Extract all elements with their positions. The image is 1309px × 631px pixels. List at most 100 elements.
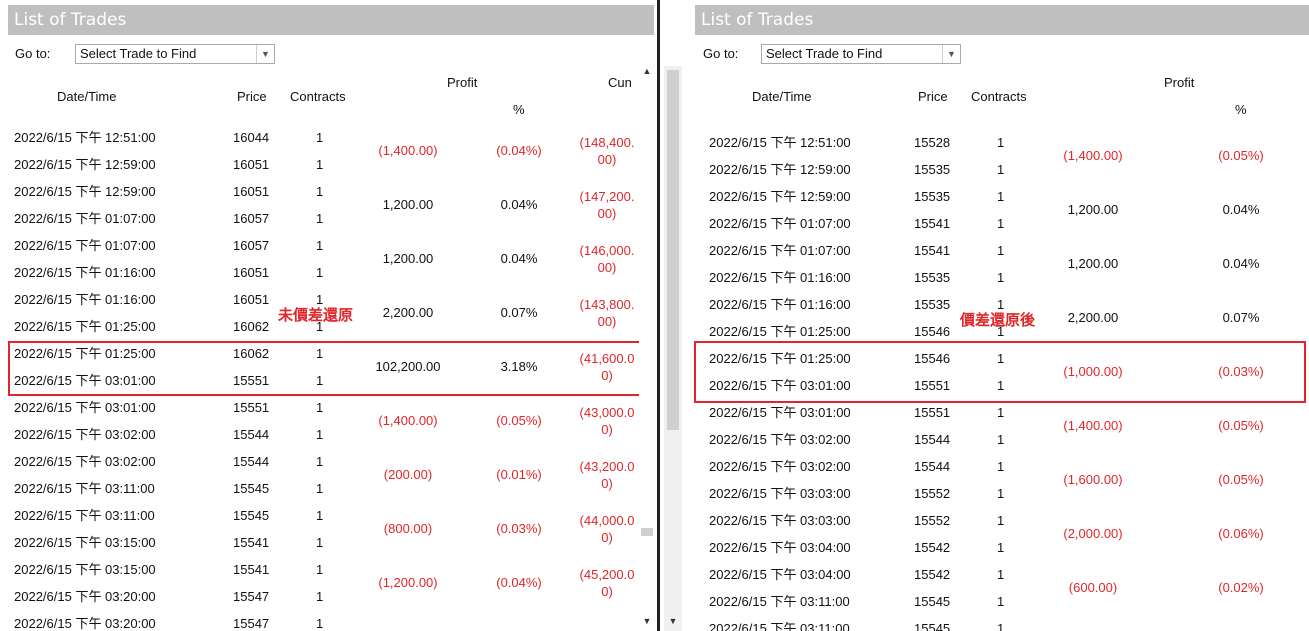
trade-profit-percent: 0.07%	[1222, 310, 1260, 325]
header-cumulative[interactable]: Cun	[608, 75, 632, 90]
scrollbar-thumb[interactable]	[641, 528, 653, 536]
trade-profit: 2,200.00	[382, 305, 434, 320]
trade-price: 15541	[914, 216, 951, 231]
trade-cumulative-line1: (43,200.0	[579, 459, 635, 474]
middle-scrollbar[interactable]: ▼	[664, 66, 682, 631]
trade-contracts: 1	[316, 508, 324, 523]
trade-contracts: 1	[316, 481, 324, 496]
trade-profit: (1,400.00)	[378, 143, 438, 158]
trade-price: 15535	[914, 270, 951, 285]
trade-price: 15535	[914, 189, 951, 204]
trade-datetime: 2022/6/15 下午 01:16:00	[709, 270, 851, 285]
trade-datetime: 2022/6/15 下午 12:59:00	[14, 157, 156, 172]
trade-cumulative-line1: (44,000.0	[579, 513, 635, 528]
trade-datetime: 2022/6/15 下午 03:11:00	[709, 594, 850, 609]
header-profit[interactable]: Profit	[447, 75, 477, 90]
trade-cumulative-line2: 00)	[597, 314, 617, 329]
trade-profit: (2,000.00)	[1063, 526, 1123, 541]
trade-profit-percent: (0.04%)	[496, 575, 542, 590]
trade-price: 15552	[914, 513, 951, 528]
trade-contracts: 1	[997, 135, 1005, 150]
trade-profit-percent: (0.06%)	[1218, 526, 1264, 541]
trade-price: 15551	[914, 405, 951, 420]
trade-price: 16051	[233, 292, 270, 307]
trade-datetime: 2022/6/15 下午 03:02:00	[14, 427, 156, 442]
scroll-up-arrow-icon[interactable]: ▲	[640, 66, 654, 76]
trade-profit-percent: (0.01%)	[496, 467, 542, 482]
trade-cumulative-line1: (45,200.0	[579, 567, 635, 582]
trade-contracts: 1	[997, 486, 1005, 501]
trade-datetime: 2022/6/15 下午 01:16:00	[14, 292, 156, 307]
trade-contracts: 1	[316, 454, 324, 469]
trade-profit: (1,400.00)	[378, 413, 438, 428]
chevron-down-icon[interactable]: ▼	[256, 45, 274, 63]
scroll-down-arrow-icon[interactable]: ▼	[640, 616, 654, 626]
scroll-down-arrow-icon[interactable]: ▼	[666, 616, 680, 626]
goto-label: Go to:	[15, 46, 51, 61]
trade-datetime: 2022/6/15 下午 03:02:00	[709, 432, 851, 447]
trade-contracts: 1	[316, 157, 324, 172]
trade-profit: (1,600.00)	[1063, 472, 1123, 487]
trade-cumulative-line2: 00)	[597, 260, 617, 275]
trade-datetime: 2022/6/15 下午 03:01:00	[14, 400, 156, 415]
trade-price: 16062	[233, 319, 270, 334]
chevron-down-icon[interactable]: ▼	[942, 45, 960, 63]
vertical-scrollbar[interactable]: ▲ ▼	[639, 66, 655, 631]
header-profit[interactable]: Profit	[1164, 75, 1194, 90]
table-row[interactable]: 2022/6/15 下午 03:20:00 15547 1	[0, 610, 520, 631]
trade-datetime: 2022/6/15 下午 01:25:00	[14, 319, 156, 334]
trade-contracts: 1	[997, 621, 1005, 631]
trade-profit: 1,200.00	[382, 251, 434, 266]
trade-profit-percent: (0.04%)	[496, 143, 542, 158]
header-contracts[interactable]: Contracts	[971, 89, 1027, 104]
trade-profit-percent: 0.04%	[1222, 202, 1260, 217]
trade-datetime: 2022/6/15 下午 12:51:00	[709, 135, 851, 150]
select-value: Select Trade to Find	[80, 46, 197, 61]
header-price[interactable]: Price	[918, 89, 948, 104]
trade-datetime: 2022/6/15 下午 12:51:00	[14, 130, 156, 145]
left-trades-panel: List of Trades Go to: Select Trade to Fi…	[0, 0, 657, 631]
header-contracts[interactable]: Contracts	[290, 89, 346, 104]
trade-profit-percent: (0.05%)	[496, 413, 542, 428]
trade-find-select[interactable]: Select Trade to Find ▼	[761, 44, 961, 64]
trade-profit: (1,400.00)	[1063, 148, 1123, 163]
trade-datetime: 2022/6/15 下午 03:11:00	[14, 508, 155, 523]
header-datetime[interactable]: Date/Time	[57, 89, 116, 104]
trade-profit: 1,200.00	[382, 197, 434, 212]
header-percent[interactable]: %	[513, 102, 525, 117]
trade-datetime: 2022/6/15 下午 01:07:00	[14, 238, 156, 253]
trade-price: 16057	[233, 238, 270, 253]
trade-cumulative-line1: (143,800.	[579, 297, 635, 312]
trade-price: 16051	[233, 265, 270, 280]
panel-title: List of Trades	[8, 5, 654, 35]
trade-price: 15535	[914, 297, 951, 312]
trade-price: 15545	[233, 481, 270, 496]
trade-price: 15544	[914, 432, 951, 447]
trade-contracts: 1	[997, 216, 1005, 231]
trade-datetime: 2022/6/15 下午 01:07:00	[14, 211, 156, 226]
trade-contracts: 1	[316, 562, 324, 577]
trade-profit: (1,400.00)	[1063, 418, 1123, 433]
scrollbar-thumb[interactable]	[667, 70, 679, 430]
trade-contracts: 1	[316, 238, 324, 253]
trade-profit: (1,200.00)	[378, 575, 438, 590]
pane-divider	[657, 0, 660, 631]
trade-contracts: 1	[316, 211, 324, 226]
trade-price: 15545	[233, 508, 270, 523]
trade-price: 15545	[914, 594, 951, 609]
header-percent[interactable]: %	[1235, 102, 1247, 117]
trade-profit: 1,200.00	[1067, 256, 1119, 271]
table-row[interactable]: 2022/6/15 下午 03:11:00 15545 1	[690, 615, 1210, 631]
header-price[interactable]: Price	[237, 89, 267, 104]
trade-contracts: 1	[316, 400, 324, 415]
trade-datetime: 2022/6/15 下午 03:04:00	[709, 567, 851, 582]
trade-datetime: 2022/6/15 下午 01:16:00	[709, 297, 851, 312]
trade-datetime: 2022/6/15 下午 03:15:00	[14, 562, 156, 577]
trade-datetime: 2022/6/15 下午 03:03:00	[709, 513, 851, 528]
trade-price: 15544	[233, 454, 270, 469]
trade-profit-percent: 0.04%	[500, 251, 538, 266]
header-datetime[interactable]: Date/Time	[752, 89, 811, 104]
trade-find-select[interactable]: Select Trade to Find ▼	[75, 44, 275, 64]
trade-contracts: 1	[997, 513, 1005, 528]
trade-profit-percent: (0.03%)	[496, 521, 542, 536]
